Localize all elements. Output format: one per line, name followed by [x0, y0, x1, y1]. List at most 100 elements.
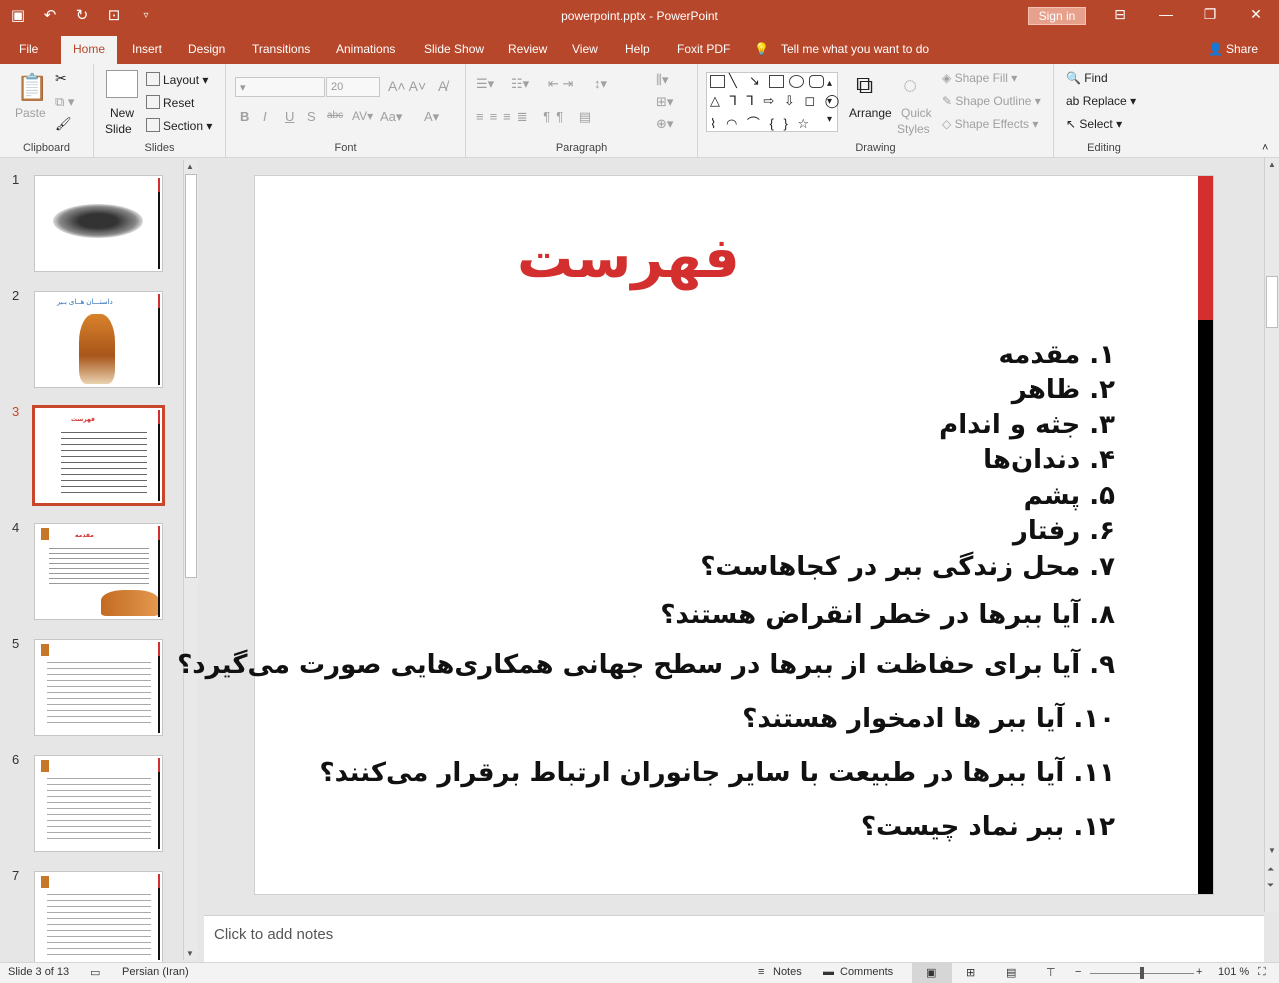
tab-help[interactable]: Help — [625, 42, 650, 56]
align-text-icon[interactable]: ⊞▾ — [656, 94, 673, 110]
numbering-icon[interactable]: ☷▾ — [511, 76, 529, 92]
zoom-slider-handle[interactable] — [1140, 967, 1144, 979]
quick-styles-button-line2[interactable]: Styles — [897, 122, 930, 136]
slide-thumbnail-7[interactable] — [34, 871, 163, 962]
maximize-icon[interactable]: ❐ — [1200, 6, 1220, 23]
tab-view[interactable]: View — [572, 42, 598, 56]
change-case-icon[interactable]: Aa▾ — [380, 109, 402, 125]
cut-icon[interactable]: ✂ — [55, 70, 67, 87]
indent-icons[interactable]: ⇤ ⇥ — [548, 76, 573, 92]
zoom-out-icon[interactable]: − — [1075, 966, 1081, 978]
tab-transitions[interactable]: Transitions — [252, 42, 310, 56]
font-grow-shrink-icon[interactable]: A˄ A˅ — [388, 78, 426, 94]
tab-design[interactable]: Design — [188, 42, 225, 56]
quick-styles-button[interactable]: Quick — [901, 106, 932, 120]
char-spacing-icon[interactable]: AV▾ — [352, 109, 373, 123]
collapse-ribbon-icon[interactable]: ˄ — [1262, 142, 1268, 154]
rounded-rect-shape-icon[interactable] — [809, 75, 824, 88]
notes-placeholder[interactable]: Click to add notes — [214, 926, 333, 943]
slide-thumbnail-1[interactable] — [34, 175, 163, 272]
select-button[interactable]: ↖ Select ▾ — [1066, 117, 1122, 131]
normal-view-icon[interactable]: ▣ — [926, 966, 936, 979]
format-painter-icon[interactable]: 🖌 — [55, 116, 72, 132]
arrow-shape-icon[interactable]: ↘ — [749, 73, 760, 89]
section-button[interactable]: Section ▾ — [146, 118, 212, 133]
shape-effects-button[interactable]: ◇ Shape Effects ▾ — [942, 117, 1038, 131]
slide-thumbnail-2[interactable]: داستـــان هــای بـبر — [34, 291, 163, 388]
slide-thumbnail-6[interactable] — [34, 755, 163, 852]
shapes-more-icon[interactable]: ▴ ▾ ▾ — [827, 75, 832, 129]
layout-button[interactable]: Layout ▾ — [146, 72, 208, 87]
tab-review[interactable]: Review — [508, 42, 547, 56]
new-slide-button[interactable]: New — [110, 106, 134, 120]
notes-pane[interactable]: Click to add notes — [204, 915, 1264, 962]
slide-scrollbar[interactable]: ▲ ▼ ⏶ ⏷ — [1264, 158, 1279, 912]
slide-scroll-thumb[interactable] — [1266, 276, 1278, 328]
current-slide[interactable]: فهرست ۱. مقدمه ۲. ظاهر ۳. جثه و اندام ۴.… — [177, 175, 1214, 895]
font-color-icon[interactable]: A▾ — [424, 109, 439, 125]
reset-button[interactable]: Reset — [146, 95, 194, 110]
thumbnail-scrollbar[interactable]: ▲ ▼ — [183, 160, 198, 960]
scroll-up-icon[interactable]: ▲ — [186, 162, 194, 171]
paste-button[interactable]: Paste — [15, 106, 46, 120]
text-direction-icon[interactable]: ⫼▾ — [656, 72, 669, 88]
tab-foxit-pdf[interactable]: Foxit PDF — [677, 42, 730, 56]
shape-outline-button[interactable]: ✎ Shape Outline ▾ — [942, 94, 1041, 108]
tab-animations[interactable]: Animations — [336, 42, 395, 56]
textbox-shape-icon[interactable] — [710, 75, 725, 88]
scroll-up-icon[interactable]: ▲ — [1268, 160, 1276, 169]
rectangle-shape-icon[interactable] — [769, 75, 784, 88]
copy-icon[interactable]: ⧉ ▾ — [55, 94, 74, 110]
line-spacing-icon[interactable]: ↕▾ — [594, 76, 607, 92]
tell-me-search[interactable]: Tell me what you want to do — [781, 42, 929, 56]
fit-to-window-icon[interactable]: ⛶ — [1258, 966, 1266, 979]
shape-row2-icons[interactable]: △ ⅂ ⅂ ⇨ ⇩ ◻ ◯ — [710, 93, 842, 109]
slideshow-view-icon[interactable]: ⊤ — [1046, 966, 1056, 979]
previous-slide-icon[interactable]: ⏶ — [1267, 864, 1274, 875]
bold-icon[interactable]: B — [240, 109, 249, 124]
slide-thumbnail-4[interactable]: مقدمه — [34, 523, 163, 620]
spellcheck-icon[interactable]: ▭ — [90, 966, 100, 979]
smartart-icon[interactable]: ⊕▾ — [656, 116, 673, 132]
bullets-icon[interactable]: ☰▾ — [476, 76, 494, 92]
thumbnail-scroll-thumb[interactable] — [185, 174, 197, 578]
share-button[interactable]: Share — [1226, 42, 1258, 56]
paste-icon[interactable]: 📋 — [16, 72, 48, 103]
arrange-icon[interactable]: ⧉ — [856, 72, 873, 100]
notes-toggle-button[interactable]: Notes — [773, 966, 802, 978]
new-slide-button-line2[interactable]: Slide — [105, 122, 132, 136]
font-name-combo[interactable]: ▾ — [235, 77, 325, 97]
slide-title[interactable]: فهرست — [517, 226, 740, 291]
alignment-icons[interactable]: ≡≡≡≣ ¶¶ ▤ — [476, 109, 597, 125]
shape-fill-button[interactable]: ◈ Shape Fill ▾ — [942, 71, 1017, 85]
tab-file[interactable]: File — [19, 42, 38, 56]
clear-formatting-icon[interactable]: A̸ — [438, 78, 447, 94]
slide-thumbnail-5[interactable] — [34, 639, 163, 736]
slide-thumbnail-3[interactable]: فهرست — [32, 405, 165, 506]
slide-sorter-icon[interactable]: ⊞ — [966, 966, 975, 979]
close-icon[interactable]: ✕ — [1246, 6, 1266, 23]
zoom-in-icon[interactable]: + — [1196, 966, 1202, 978]
oval-shape-icon[interactable] — [789, 75, 804, 88]
sign-in-button[interactable]: Sign in — [1028, 7, 1086, 25]
new-slide-icon[interactable] — [106, 70, 138, 98]
tab-insert[interactable]: Insert — [132, 42, 162, 56]
strikethrough-icon[interactable]: abc — [327, 110, 343, 121]
quick-styles-icon[interactable]: ◌ — [903, 72, 917, 100]
ribbon-display-icon[interactable]: ⊟ — [1110, 6, 1130, 23]
font-size-combo[interactable]: 20 — [326, 77, 380, 97]
next-slide-icon[interactable]: ⏷ — [1267, 880, 1274, 891]
find-button[interactable]: 🔍 Find — [1066, 71, 1108, 85]
shadow-icon[interactable]: S — [307, 109, 316, 124]
zoom-level[interactable]: 101 % — [1218, 966, 1249, 978]
replace-button[interactable]: ab Replace ▾ — [1066, 94, 1136, 108]
comments-toggle-button[interactable]: Comments — [840, 966, 893, 978]
scroll-down-icon[interactable]: ▼ — [186, 949, 194, 958]
arrange-button[interactable]: Arrange — [849, 106, 892, 120]
tab-home[interactable]: Home — [61, 36, 118, 64]
tab-slide-show[interactable]: Slide Show — [424, 42, 484, 56]
language-indicator[interactable]: Persian (Iran) — [122, 966, 189, 978]
line-shape-icon[interactable]: ╲ — [729, 73, 737, 89]
shape-row3-icons[interactable]: ⌇ ◠ ⌒ { } ☆ — [710, 113, 812, 132]
scroll-down-icon[interactable]: ▼ — [1268, 846, 1276, 855]
